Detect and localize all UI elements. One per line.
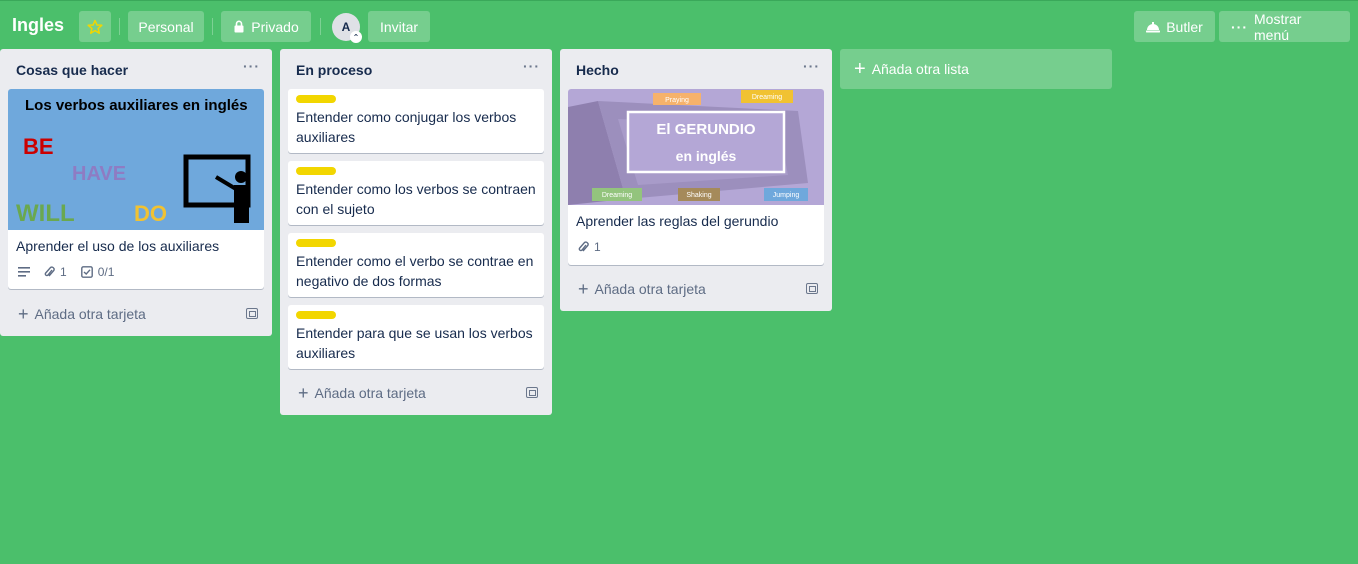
paperclip-icon xyxy=(44,265,55,276)
cover-word-do: DO xyxy=(134,201,167,226)
star-icon xyxy=(87,19,103,34)
admin-chevron-icon: ⌃ xyxy=(350,31,362,43)
privacy-label: Privado xyxy=(251,18,299,35)
cover-line2: en inglés xyxy=(676,148,737,164)
card-contraen-sujeto[interactable]: Entender como los verbos se contraen con… xyxy=(288,161,544,225)
attachment-badge: 1 xyxy=(578,240,601,254)
paperclip-icon xyxy=(578,240,589,251)
add-card-label: Añada otra tarjeta xyxy=(314,385,426,401)
card-contrae-negativo[interactable]: Entender como el verbo se contrae en neg… xyxy=(288,233,544,297)
card-title: Entender como los verbos se contraen con… xyxy=(296,181,536,217)
list-title[interactable]: En proceso xyxy=(296,62,372,78)
tag-shaking: Shaking xyxy=(686,192,711,199)
checklist-count: 0/1 xyxy=(97,265,115,279)
list-title[interactable]: Hecho xyxy=(576,62,619,78)
star-button[interactable] xyxy=(79,11,111,42)
list-hecho: Hecho ··· El GERUNDIO en inglés Praying … xyxy=(560,49,832,311)
yellow-label[interactable] xyxy=(296,95,336,103)
add-list-button[interactable]: + Añada otra lista xyxy=(840,49,1112,89)
lock-icon xyxy=(234,20,244,33)
avatar-initial: A xyxy=(341,20,351,34)
list-menu-icon[interactable]: ··· xyxy=(523,58,540,74)
card-badges: 1 xyxy=(578,240,601,254)
plus-icon: + xyxy=(854,58,866,80)
card-gerundio[interactable]: El GERUNDIO en inglés Praying Dreaming D… xyxy=(568,89,824,265)
add-list-label: Añada otra lista xyxy=(871,61,969,77)
card-conjugar[interactable]: Entender como conjugar los verbos auxili… xyxy=(288,89,544,153)
card-cover-image: El GERUNDIO en inglés Praying Dreaming D… xyxy=(568,89,824,205)
show-menu-label: Mostrar menú xyxy=(1254,10,1302,43)
description-icon xyxy=(18,267,30,277)
list-menu-icon[interactable]: ··· xyxy=(243,58,260,74)
add-card-button[interactable]: + Añada otra tarjeta xyxy=(18,304,146,324)
header-divider xyxy=(320,18,321,35)
yellow-label[interactable] xyxy=(296,311,336,319)
team-button[interactable]: Personal xyxy=(128,11,204,42)
tag-dreaming-top: Dreaming xyxy=(752,94,782,101)
butler-button[interactable]: Butler xyxy=(1134,11,1215,42)
team-label: Personal xyxy=(138,18,194,35)
checkbox-icon xyxy=(80,266,93,278)
plus-icon: + xyxy=(298,383,309,403)
card-auxiliares[interactable]: Los verbos auxiliares en inglés BE HAVE … xyxy=(8,89,264,289)
list-cosas-que-hacer: Cosas que hacer ··· Los verbos auxiliare… xyxy=(0,49,272,336)
tag-praying: Praying xyxy=(665,97,689,104)
description-badge xyxy=(18,267,30,277)
list-menu-icon[interactable]: ··· xyxy=(803,58,820,74)
show-menu-button[interactable]: ··· Mostrar menú xyxy=(1219,10,1350,43)
header-divider xyxy=(212,18,213,35)
cover-word-be: BE xyxy=(23,134,54,159)
more-dots-icon: ··· xyxy=(1231,18,1248,35)
butler-bell-icon xyxy=(1146,21,1161,32)
tag-jumping: Jumping xyxy=(773,192,800,199)
tag-dreaming-bottom: Dreaming xyxy=(602,192,632,199)
yellow-label[interactable] xyxy=(296,167,336,175)
butler-label: Butler xyxy=(1166,18,1203,35)
privacy-button[interactable]: Privado xyxy=(221,11,311,42)
add-card-label: Añada otra tarjeta xyxy=(594,281,706,297)
board-header: Ingles Personal Privado A ⌃ Invitar Butl… xyxy=(0,0,1358,50)
cover-heading: Los verbos auxiliares en inglés xyxy=(25,97,248,114)
plus-icon: + xyxy=(578,279,589,299)
list-en-proceso: En proceso ··· Entender como conjugar lo… xyxy=(280,49,552,415)
member-avatar[interactable]: A ⌃ xyxy=(332,13,362,43)
invite-label: Invitar xyxy=(379,18,419,35)
header-divider xyxy=(119,18,120,35)
plus-icon: + xyxy=(18,304,29,324)
card-template-icon[interactable] xyxy=(806,283,818,294)
card-title: Aprender el uso de los auxiliares xyxy=(16,238,220,254)
card-title: Entender como conjugar los verbos auxili… xyxy=(296,109,517,145)
add-card-button[interactable]: + Añada otra tarjeta xyxy=(578,279,706,299)
card-badges: 1 0/1 xyxy=(18,265,114,279)
card-title: Aprender las reglas del gerundio xyxy=(576,213,779,229)
attachment-count: 1 xyxy=(594,240,601,254)
list-title[interactable]: Cosas que hacer xyxy=(16,62,128,78)
attachment-count: 1 xyxy=(60,265,67,279)
cover-word-will: WILL xyxy=(16,200,75,227)
yellow-label[interactable] xyxy=(296,239,336,247)
card-template-icon[interactable] xyxy=(526,387,538,398)
card-title: Entender para que se usan los verbos aux… xyxy=(296,325,533,361)
card-cover-image: Los verbos auxiliares en inglés BE HAVE … xyxy=(8,89,264,230)
cover-line1: El GERUNDIO xyxy=(656,121,756,138)
cover-word-have: HAVE xyxy=(72,163,126,185)
attachment-badge: 1 xyxy=(44,265,67,279)
card-template-icon[interactable] xyxy=(246,308,258,319)
card-para-que-se-usan[interactable]: Entender para que se usan los verbos aux… xyxy=(288,305,544,369)
checklist-badge: 0/1 xyxy=(80,265,115,279)
board-title[interactable]: Ingles xyxy=(12,15,64,36)
invite-button[interactable]: Invitar xyxy=(368,11,430,42)
card-title: Entender como el verbo se contrae en neg… xyxy=(296,253,534,289)
add-card-button[interactable]: + Añada otra tarjeta xyxy=(298,383,426,403)
add-card-label: Añada otra tarjeta xyxy=(34,306,146,322)
